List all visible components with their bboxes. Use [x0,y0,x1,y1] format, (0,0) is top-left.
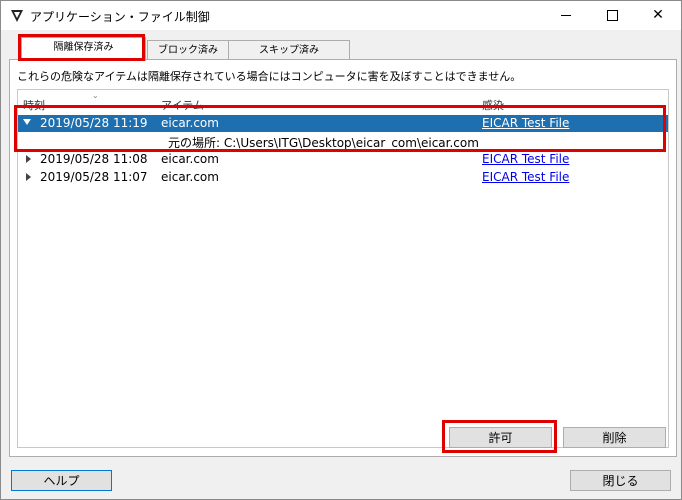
column-header-infection[interactable]: 感染 [482,97,504,113]
maximize-button[interactable] [589,1,635,30]
tab-quarantined[interactable]: 隔離保存済み [21,37,146,61]
minimize-icon [561,14,571,16]
row-infection-link[interactable]: EICAR Test File [482,170,569,184]
maximize-icon [606,9,618,21]
row-item: eicar.com [161,152,219,166]
list-item[interactable]: 2019/05/28 11:08 eicar.com EICAR Test Fi… [18,151,668,168]
warning-text: これらの危険なアイテムは隔離保存されている場合にはコンピュータに害を及ぼすことは… [17,70,522,83]
row-time: 2019/05/28 11:08 [40,152,148,166]
expand-arrow-icon[interactable] [26,155,31,163]
list-item[interactable]: 2019/05/28 11:07 eicar.com EICAR Test Fi… [18,169,668,186]
row-time: 2019/05/28 11:19 [40,116,148,130]
collapse-arrow-icon[interactable] [23,119,31,125]
delete-button[interactable]: 削除 [563,427,666,448]
row-infection-link[interactable]: EICAR Test File [482,152,569,166]
expand-arrow-icon[interactable] [26,173,31,181]
app-control-window: アプリケーション・ファイル制御 ✕ 隔離保存済み ブロック済み スキップ済み こ… [0,0,682,500]
close-window-button[interactable]: ✕ [635,1,681,30]
minimize-button[interactable] [543,1,589,30]
close-button[interactable]: 閉じる [570,470,671,491]
tab-panel: これらの危険なアイテムは隔離保存されている場合にはコンピュータに害を及ぼすことは… [9,59,677,457]
column-header-item[interactable]: アイテム [161,97,204,113]
help-button[interactable]: ヘルプ [11,470,112,491]
row-item: eicar.com [161,116,219,130]
column-header-time[interactable]: 時刻 [23,97,45,113]
row-item: eicar.com [161,170,219,184]
window-title: アプリケーション・ファイル制御 [30,10,210,24]
title-bar: アプリケーション・ファイル制御 ✕ [1,1,681,30]
close-icon: ✕ [652,7,664,23]
list-item[interactable]: 2019/05/28 11:19 eicar.com EICAR Test Fi… [18,115,668,132]
row-infection-link[interactable]: EICAR Test File [482,116,569,130]
row-time: 2019/05/28 11:07 [40,170,148,184]
tab-skipped[interactable]: スキップ済み [228,40,350,61]
original-location: 元の場所: C:\Users\ITG\Desktop\eicar_com\eic… [168,136,479,150]
quarantine-list[interactable]: 時刻 ⌄ アイテム 感染 2019/05/28 11:19 eicar.com … [17,89,669,448]
sort-arrow-icon: ⌄ [92,91,99,100]
shield-v-icon [11,10,23,22]
tab-blocked[interactable]: ブロック済み [147,40,229,61]
allow-button[interactable]: 許可 [449,427,552,448]
